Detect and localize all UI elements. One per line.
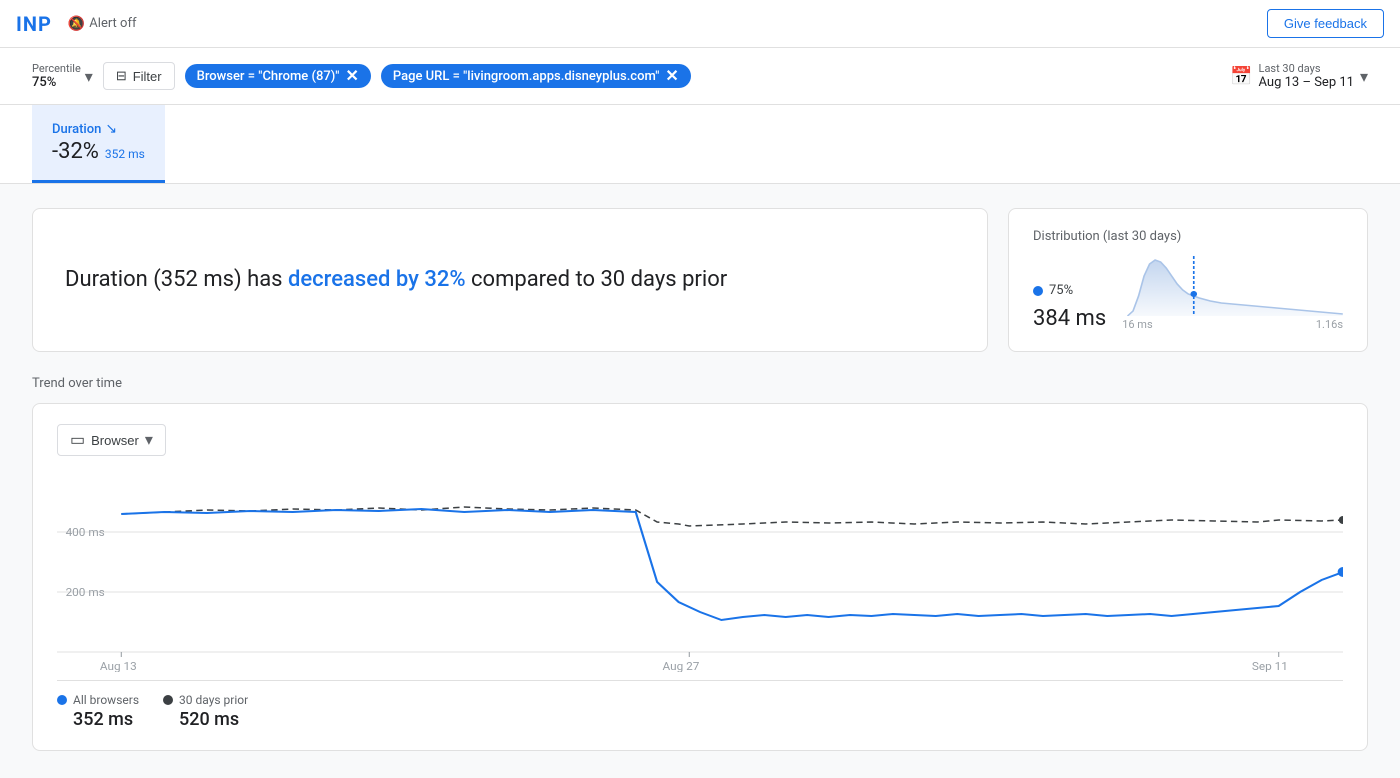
metric-tab-current-value: 352 ms [105, 147, 145, 161]
filter-bar: Percentile 75% ▾ ⊟ Filter Browser = "Chr… [0, 48, 1400, 105]
summary-highlight: decreased by 32% [288, 267, 466, 292]
x-label-aug27: Aug 27 [662, 660, 699, 673]
trend-section-label: Trend over time [32, 376, 1368, 391]
percentile-chevron-icon: ▾ [85, 67, 93, 86]
top-bar: INP 🔕 Alert off Give feedback [0, 0, 1400, 48]
chart-legend: All browsers 352 ms 30 days prior 520 ms [57, 680, 1343, 730]
chip-url-label: Page URL = "livingroom.apps.disneyplus.c… [393, 69, 659, 84]
dist-dot-icon [1033, 286, 1043, 296]
filter-button[interactable]: ⊟ Filter [103, 62, 175, 90]
y-label-400: 400 ms [66, 526, 105, 540]
current-line [121, 509, 1343, 620]
distribution-axis: 16 ms 1.16s [1122, 318, 1343, 331]
browser-selector-button[interactable]: ▭ Browser ▾ [57, 424, 166, 456]
metric-tab-change: -32% [52, 139, 99, 164]
filter-icon: ⊟ [116, 68, 127, 84]
legend-all-browsers-label: All browsers [73, 693, 139, 707]
x-label-sep11: Sep 11 [1252, 660, 1288, 673]
prior-line [121, 507, 1343, 526]
browser-selector-label: Browser [91, 433, 139, 448]
chip-browser-label: Browser = "Chrome (87)" [197, 69, 340, 84]
distribution-svg [1122, 256, 1343, 316]
x-label-aug13: Aug 13 [100, 660, 137, 673]
dist-axis-max: 1.16s [1316, 318, 1343, 331]
trend-arrow-icon: ↘ [105, 121, 117, 137]
summary-text: Duration (352 ms) has decreased by 32% c… [65, 265, 727, 296]
alert-off[interactable]: 🔕 Alert off [68, 16, 137, 32]
filter-label: Filter [133, 69, 162, 84]
distribution-chart: 16 ms 1.16s [1122, 256, 1343, 331]
legend-30-days-label: 30 days prior [179, 693, 248, 707]
legend-dot-blue-icon [57, 695, 67, 705]
dist-legend-item: 75% [1033, 283, 1106, 298]
legend-30-days-value: 520 ms [179, 709, 248, 730]
chip-browser[interactable]: Browser = "Chrome (87)" ✕ [185, 64, 371, 88]
percentile-value: 75% [32, 75, 56, 90]
top-bar-left: INP 🔕 Alert off [16, 12, 137, 36]
calendar-icon: 📅 [1230, 66, 1252, 87]
dist-axis-min: 16 ms [1122, 318, 1152, 331]
chip-browser-close-icon[interactable]: ✕ [345, 68, 358, 84]
distribution-body: 75% 384 ms [1033, 256, 1343, 331]
inp-badge: INP [16, 12, 52, 36]
browser-icon: ▭ [70, 430, 85, 450]
dist-percentile-label: 75% [1049, 283, 1073, 298]
percentile-label: Percentile [32, 62, 81, 75]
alert-off-icon: 🔕 [68, 16, 85, 32]
summary-row: Duration (352 ms) has decreased by 32% c… [32, 208, 1368, 352]
distribution-legend: 75% 384 ms [1033, 283, 1106, 331]
distribution-card: Distribution (last 30 days) 75% 384 ms [1008, 208, 1368, 352]
trend-chart-svg: 400 ms 200 ms Aug 13 Aug 27 Sep 11 [57, 472, 1343, 672]
distribution-title: Distribution (last 30 days) [1033, 229, 1343, 244]
y-label-200: 200 ms [66, 586, 105, 600]
legend-all-browsers-value: 352 ms [73, 709, 139, 730]
main-content: Duration (352 ms) has decreased by 32% c… [0, 184, 1400, 775]
give-feedback-button[interactable]: Give feedback [1267, 9, 1384, 38]
percentile-selector[interactable]: Percentile 75% ▾ [32, 62, 93, 90]
trend-chart-container: 400 ms 200 ms Aug 13 Aug 27 Sep 11 [57, 472, 1343, 672]
chip-url[interactable]: Page URL = "livingroom.apps.disneyplus.c… [381, 64, 691, 88]
date-range-label: Last 30 days [1259, 62, 1354, 75]
metric-tab-label: Duration [52, 122, 101, 137]
chip-url-close-icon[interactable]: ✕ [665, 68, 678, 84]
prior-end-dot [1339, 516, 1343, 524]
browser-chevron-icon: ▾ [145, 430, 153, 450]
legend-dot-dark-icon [163, 695, 173, 705]
trend-card: ▭ Browser ▾ 400 ms 200 ms Aug 13 Aug 27 [32, 403, 1368, 751]
distribution-value: 384 ms [1033, 306, 1106, 331]
legend-all-browsers: All browsers 352 ms [57, 693, 139, 730]
legend-30-days-prior: 30 days prior 520 ms [163, 693, 248, 730]
metric-tab-duration[interactable]: Duration ↘ -32% 352 ms [32, 105, 165, 183]
metric-tabs: Duration ↘ -32% 352 ms [0, 105, 1400, 184]
summary-card: Duration (352 ms) has decreased by 32% c… [32, 208, 988, 352]
current-end-dot [1338, 567, 1343, 577]
date-range-selector[interactable]: 📅 Last 30 days Aug 13 – Sep 11 ▾ [1230, 62, 1368, 90]
date-range-value: Aug 13 – Sep 11 [1259, 75, 1354, 90]
summary-text-after: compared to 30 days prior [466, 267, 728, 292]
alert-off-label: Alert off [89, 16, 136, 31]
summary-text-before: Duration (352 ms) has [65, 267, 288, 292]
date-chevron-icon: ▾ [1360, 67, 1368, 86]
